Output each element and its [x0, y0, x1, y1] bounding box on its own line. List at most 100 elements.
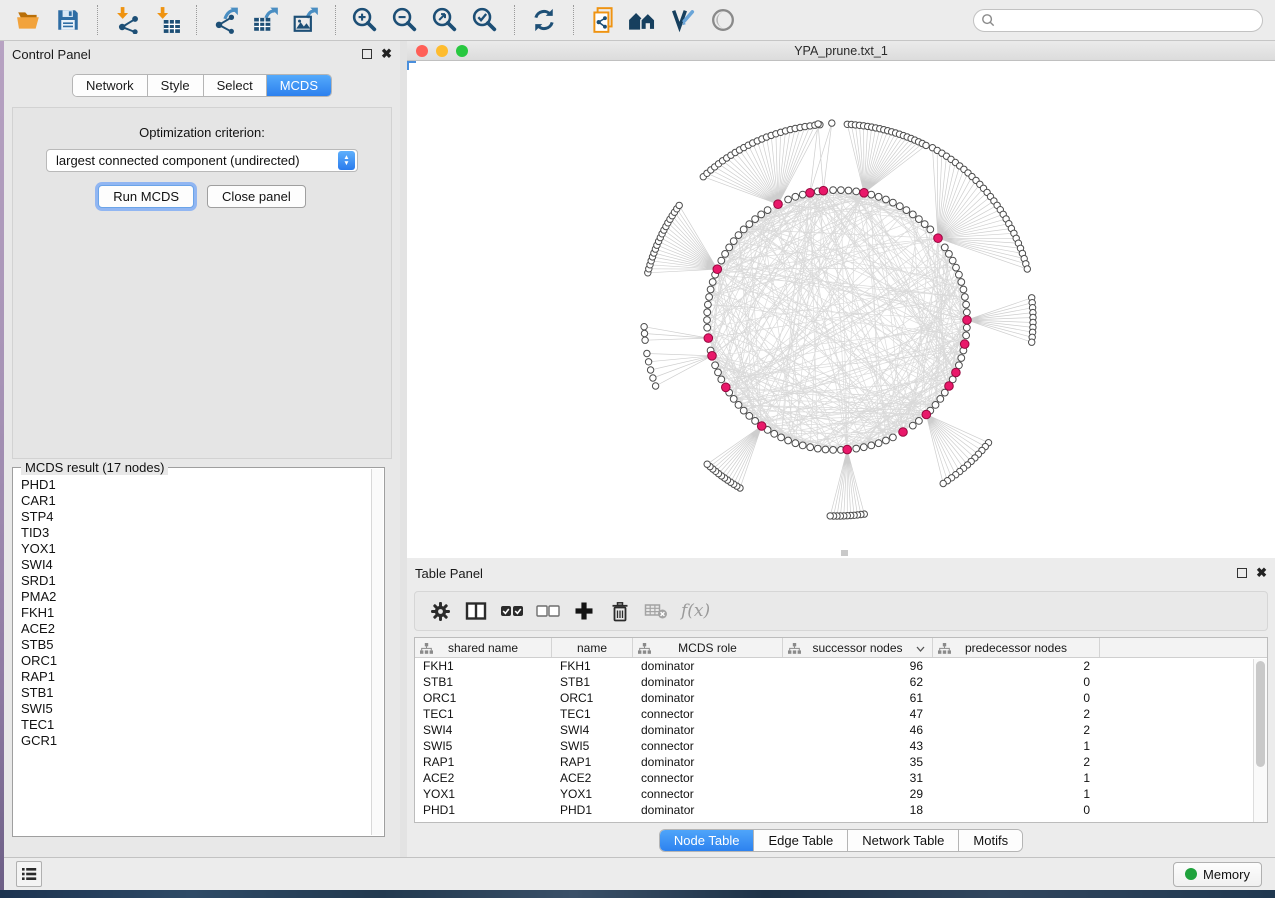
mcds-result-item[interactable]: TEC1	[21, 717, 371, 733]
select-all-columns-button[interactable]	[497, 596, 527, 626]
column-header-shared-name[interactable]: shared name	[415, 638, 552, 657]
network-node[interactable]	[650, 375, 656, 381]
network-node[interactable]	[962, 294, 969, 301]
deselect-all-columns-button[interactable]	[533, 596, 563, 626]
close-panel-icon[interactable]: ✖	[381, 49, 392, 59]
tab-mcds[interactable]: MCDS	[267, 75, 331, 96]
table-scrollbar[interactable]	[1253, 659, 1267, 822]
network-canvas[interactable]	[407, 61, 1275, 558]
network-node[interactable]	[641, 330, 647, 336]
network-node[interactable]	[792, 440, 799, 447]
network-node[interactable]	[645, 359, 651, 365]
tab-node-table[interactable]: Node Table	[660, 830, 755, 851]
mcds-result-item[interactable]: SRD1	[21, 573, 371, 589]
network-node[interactable]	[956, 271, 963, 278]
network-graph[interactable]	[407, 61, 1271, 557]
table-settings-button[interactable]	[425, 596, 455, 626]
network-node[interactable]	[958, 355, 965, 362]
mcds-result-item[interactable]: SWI4	[21, 557, 371, 573]
network-node[interactable]	[875, 193, 882, 200]
network-node[interactable]	[707, 286, 714, 293]
network-node[interactable]	[830, 447, 837, 454]
network-node[interactable]	[909, 211, 916, 218]
minimize-window-icon[interactable]	[436, 45, 448, 57]
canvas-resize-handle[interactable]	[841, 550, 848, 556]
show-panels-list-button[interactable]	[16, 861, 42, 887]
network-node[interactable]	[829, 120, 835, 126]
table-scrollbar-thumb[interactable]	[1256, 661, 1265, 767]
network-node[interactable]	[909, 422, 916, 429]
mcds-result-scrollbar[interactable]	[371, 469, 383, 835]
network-node[interactable]	[960, 286, 967, 293]
network-node[interactable]	[1029, 339, 1035, 345]
network-node[interactable]	[949, 257, 956, 264]
column-header-successor-nodes[interactable]: successor nodes	[783, 638, 933, 657]
network-node[interactable]	[927, 226, 934, 233]
network-node[interactable]	[746, 221, 753, 228]
network-node[interactable]	[730, 238, 737, 245]
table-row[interactable]: ORC1ORC1dominator610	[415, 690, 1267, 706]
table-row[interactable]: SWI4SWI4dominator462	[415, 722, 1267, 738]
network-node[interactable]	[764, 207, 771, 214]
network-node[interactable]	[860, 444, 867, 451]
network-node[interactable]	[958, 279, 965, 286]
network-node[interactable]	[1024, 266, 1030, 272]
tab-edge-table[interactable]: Edge Table	[754, 830, 848, 851]
refresh-layout-button[interactable]	[527, 4, 561, 36]
network-node[interactable]	[868, 191, 875, 198]
create-column-button[interactable]	[569, 596, 599, 626]
save-session-button[interactable]	[51, 4, 85, 36]
network-node[interactable]	[916, 418, 923, 425]
export-image-button[interactable]	[289, 4, 323, 36]
mcds-result-item[interactable]: YOX1	[21, 541, 371, 557]
tab-network[interactable]: Network	[73, 75, 148, 96]
network-hub-node[interactable]	[774, 200, 783, 209]
show-column-panel-button[interactable]	[461, 596, 491, 626]
hide-panel-button[interactable]	[706, 4, 740, 36]
network-node[interactable]	[963, 324, 970, 331]
network-node[interactable]	[735, 232, 742, 239]
table-row[interactable]: SWI5SWI5connector431	[415, 738, 1267, 754]
network-node[interactable]	[676, 202, 682, 208]
network-hub-node[interactable]	[899, 428, 908, 437]
network-hub-node[interactable]	[713, 265, 722, 274]
network-node[interactable]	[785, 196, 792, 203]
network-node[interactable]	[827, 513, 833, 519]
network-node[interactable]	[718, 257, 725, 264]
network-node[interactable]	[799, 442, 806, 449]
network-hub-node[interactable]	[860, 189, 869, 198]
import-table-button[interactable]	[150, 4, 184, 36]
mcds-result-list[interactable]: PHD1CAR1STP4TID3YOX1SWI4SRD1PMA2FKH1ACE2…	[14, 477, 371, 835]
vertical-splitter[interactable]	[400, 41, 407, 857]
network-node[interactable]	[709, 279, 716, 286]
close-window-icon[interactable]	[416, 45, 428, 57]
network-node[interactable]	[883, 196, 890, 203]
network-node[interactable]	[953, 264, 960, 271]
network-node[interactable]	[726, 244, 733, 251]
mcds-result-item[interactable]: TID3	[21, 525, 371, 541]
tab-motifs[interactable]: Motifs	[959, 830, 1022, 851]
network-node[interactable]	[807, 444, 814, 451]
network-node[interactable]	[883, 437, 890, 444]
network-node[interactable]	[921, 221, 928, 228]
network-node[interactable]	[890, 434, 897, 441]
tab-select[interactable]: Select	[204, 75, 267, 96]
network-node[interactable]	[896, 203, 903, 210]
mcds-result-item[interactable]: GCR1	[21, 733, 371, 749]
table-row[interactable]: FKH1FKH1dominator962	[415, 658, 1267, 674]
column-header-name[interactable]: name	[552, 638, 633, 657]
network-node[interactable]	[752, 216, 759, 223]
optimization-criterion-select[interactable]: largest connected component (undirected)…	[46, 149, 358, 172]
network-node[interactable]	[937, 396, 944, 403]
column-header-predecessor-nodes[interactable]: predecessor nodes	[933, 638, 1100, 657]
network-hub-node[interactable]	[952, 368, 961, 377]
network-node[interactable]	[652, 383, 658, 389]
table-row[interactable]: RAP1RAP1dominator352	[415, 754, 1267, 770]
close-panel-icon[interactable]: ✖	[1256, 568, 1267, 578]
style-editor-button[interactable]	[666, 4, 700, 36]
network-node[interactable]	[778, 434, 785, 441]
mcds-result-item[interactable]: SWI5	[21, 701, 371, 717]
network-node[interactable]	[792, 193, 799, 200]
network-hub-node[interactable]	[843, 445, 852, 454]
network-node[interactable]	[853, 445, 860, 452]
